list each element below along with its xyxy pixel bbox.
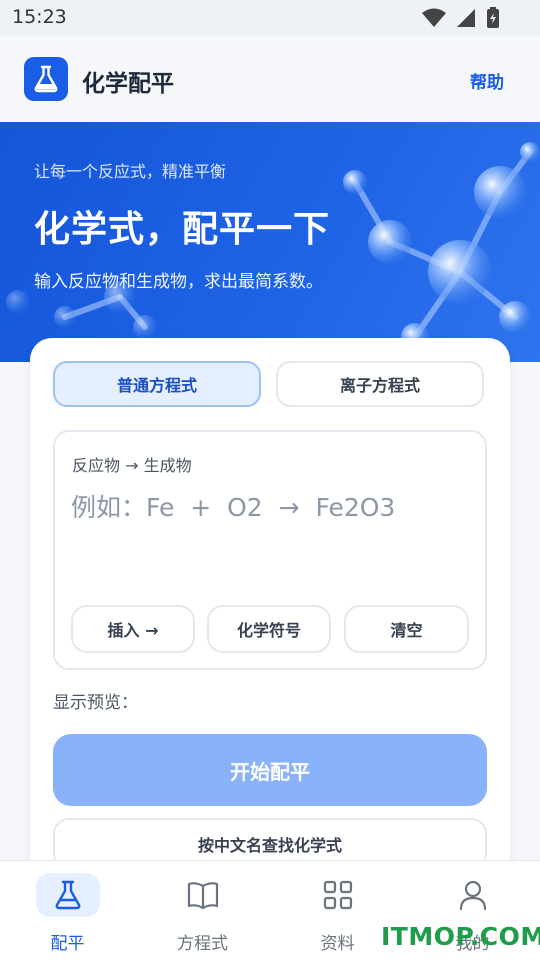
site-watermark: ITMOP.COM [381, 922, 540, 951]
start-balance-button[interactable]: 开始配平 [53, 734, 487, 806]
nav-icon-bg [306, 873, 370, 917]
signal-icon [457, 9, 475, 27]
status-bar: 15:23 [0, 0, 540, 36]
flask-icon [34, 65, 58, 93]
status-time: 15:23 [12, 6, 67, 28]
clear-button[interactable]: 清空 [344, 605, 469, 653]
book-icon [187, 882, 219, 910]
preview-label: 显示预览： [53, 693, 138, 713]
chem-symbols-button[interactable]: 化学符号 [207, 605, 331, 653]
nav-item-balance[interactable]: 配平 [0, 861, 135, 961]
balance-card: 普通方程式 离子方程式 反应物 → 生成物 插入 → 化学符号 清空 显示预览：… [30, 338, 510, 898]
tab-ionic-equation[interactable]: 离子方程式 [276, 361, 484, 407]
hero-eyebrow: 让每一个反应式，精准平衡 [34, 162, 227, 181]
app-header: 化学配平 帮助 [0, 36, 540, 122]
nav-icon-bg [171, 873, 235, 917]
battery-icon [487, 7, 499, 28]
nav-icon-bg [441, 873, 505, 917]
nav-icon-bg [36, 873, 100, 917]
nav-item-equations[interactable]: 方程式 [135, 861, 270, 961]
wifi-icon [422, 8, 446, 27]
tab-normal-equation[interactable]: 普通方程式 [53, 361, 261, 407]
equation-input-box: 反应物 → 生成物 插入 → 化学符号 清空 [53, 430, 487, 670]
hero-title: 化学式，配平一下 [34, 209, 331, 250]
user-icon [459, 880, 487, 911]
app-title: 化学配平 [82, 71, 174, 97]
hero-subtitle: 输入反应物和生成物，求出最简系数。 [34, 272, 323, 292]
status-icons [422, 7, 500, 29]
insert-arrow-button[interactable]: 插入 → [71, 605, 195, 653]
nav-label: 方程式 [177, 934, 228, 954]
flask-icon [55, 880, 81, 910]
hero-banner: 让每一个反应式，精准平衡 化学式，配平一下 输入反应物和生成物，求出最简系数。 [0, 122, 540, 362]
equation-input-label: 反应物 → 生成物 [72, 456, 192, 475]
grid-icon [323, 880, 353, 910]
nav-label: 配平 [50, 934, 85, 954]
app-logo [24, 57, 68, 101]
equation-input[interactable] [71, 482, 451, 532]
help-link[interactable]: 帮助 [470, 68, 504, 93]
